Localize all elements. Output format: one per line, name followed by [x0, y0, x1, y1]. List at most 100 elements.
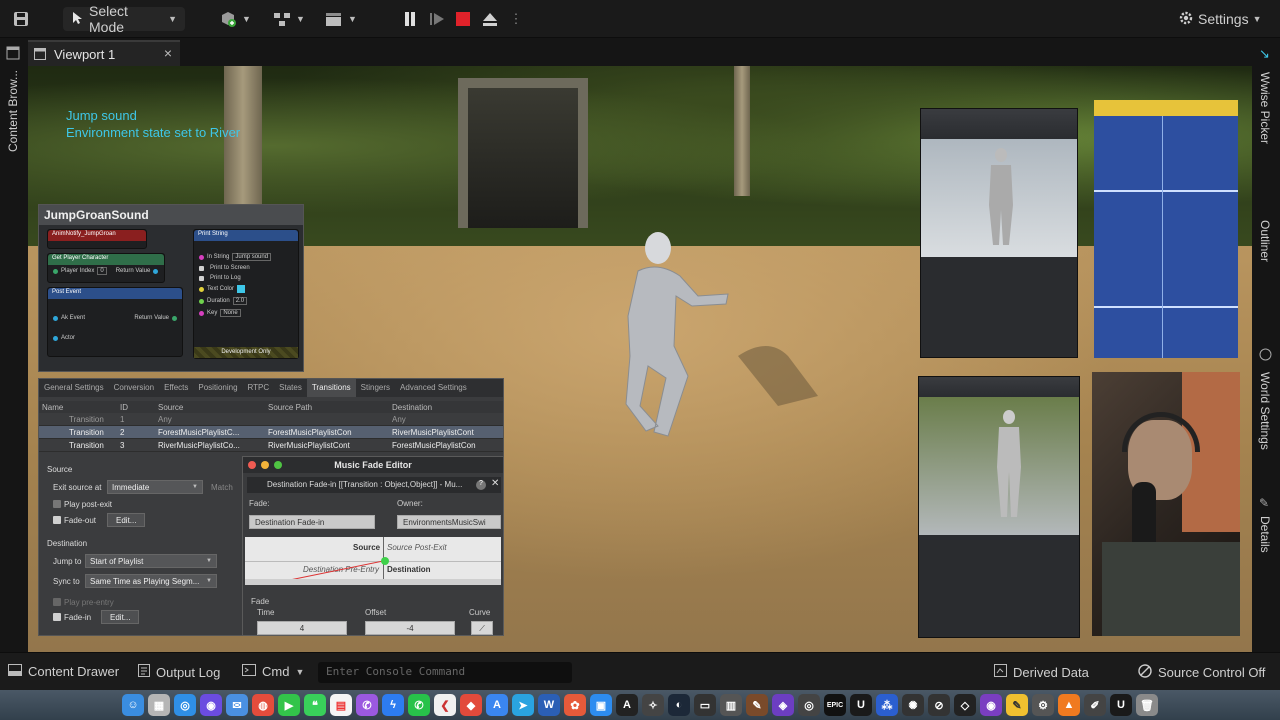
app-icon[interactable]: ⊘: [928, 694, 950, 716]
maximize-window-icon[interactable]: [274, 461, 282, 469]
viewport-tab[interactable]: Viewport 1 ×: [28, 40, 180, 66]
settings-app-icon[interactable]: ✺: [902, 694, 924, 716]
fade-in-checkbox[interactable]: Fade-in: [53, 613, 91, 622]
pause-button[interactable]: [399, 8, 421, 30]
facetime-icon[interactable]: ▶: [278, 694, 300, 716]
source-control-button[interactable]: Source Control Off: [1138, 664, 1265, 681]
table-row[interactable]: Transition 1 Any Any: [39, 413, 503, 426]
fade-in-edit-button[interactable]: Edit...: [101, 610, 140, 624]
time-field[interactable]: 4: [257, 621, 347, 635]
play-post-exit-checkbox[interactable]: Play post-exit: [53, 500, 112, 509]
messages-icon[interactable]: ❝: [304, 694, 326, 716]
eject-button[interactable]: [479, 8, 501, 30]
table-row[interactable]: Transition 3 RiverMusicPlaylistCo... Riv…: [39, 439, 503, 452]
photos-icon[interactable]: ✿: [564, 694, 586, 716]
safari-icon[interactable]: ◎: [174, 694, 196, 716]
owner-field[interactable]: EnvironmentsMusicSwi: [397, 515, 501, 529]
tab-states[interactable]: States: [274, 379, 307, 397]
world-settings-tab[interactable]: World Settings: [1258, 372, 1272, 450]
siri-icon[interactable]: ◉: [200, 694, 222, 716]
app-icon[interactable]: ✎: [1006, 694, 1028, 716]
jump-to-select[interactable]: Start of Playlist ▼: [85, 554, 217, 568]
steam-icon[interactable]: ◐: [668, 694, 690, 716]
offset-field[interactable]: -4: [365, 621, 455, 635]
viber-icon[interactable]: ✆: [356, 694, 378, 716]
font-icon[interactable]: A: [616, 694, 638, 716]
tab-conversion[interactable]: Conversion: [109, 379, 159, 397]
color-swatch[interactable]: [237, 285, 246, 293]
visual-studio-icon[interactable]: ◈: [772, 694, 794, 716]
tab-positioning[interactable]: Positioning: [193, 379, 242, 397]
derived-data-button[interactable]: Derived Data: [994, 664, 1089, 680]
console-input[interactable]: Enter Console Command: [318, 662, 572, 683]
help-icon[interactable]: ?: [476, 480, 486, 490]
codekit-icon[interactable]: ❮: [434, 694, 456, 716]
key-value[interactable]: None: [220, 309, 241, 317]
epic-games-icon[interactable]: EPIC: [824, 694, 846, 716]
mail-icon[interactable]: ✉: [226, 694, 248, 716]
unity-icon[interactable]: ◇: [954, 694, 976, 716]
outliner-tab[interactable]: Outliner: [1258, 220, 1272, 262]
brush-icon[interactable]: ✎: [746, 694, 768, 716]
launchpad-icon[interactable]: ▦: [148, 694, 170, 716]
finder-icon[interactable]: ☺: [122, 694, 144, 716]
unreal-engine-icon[interactable]: U: [1110, 694, 1132, 716]
tab-effects[interactable]: Effects: [159, 379, 193, 397]
print-string-node[interactable]: Print String In String Jump sound Print …: [193, 229, 299, 359]
piano-icon[interactable]: ▥: [720, 694, 742, 716]
tab-advanced-settings[interactable]: Advanced Settings: [395, 379, 472, 397]
tab-stingers[interactable]: Stingers: [356, 379, 395, 397]
tab-transitions[interactable]: Transitions: [306, 379, 356, 397]
tab-general-settings[interactable]: General Settings: [39, 379, 109, 397]
chrome-icon[interactable]: ◍: [252, 694, 274, 716]
close-icon[interactable]: ✕: [491, 478, 499, 489]
curve-selector[interactable]: ⟋: [471, 621, 493, 635]
close-icon[interactable]: ×: [164, 45, 172, 61]
close-window-icon[interactable]: [248, 461, 256, 469]
advance-frame-button[interactable]: [426, 8, 448, 30]
app-icon[interactable]: ✐: [1084, 694, 1106, 716]
save-icon[interactable]: [10, 8, 32, 30]
table-row[interactable]: Transition 2 ForestMusicPlaylistC... For…: [39, 426, 503, 439]
calendar-icon[interactable]: ▤: [330, 694, 352, 716]
add-actor-button[interactable]: ▼: [218, 7, 251, 31]
graph-scrollbar[interactable]: [245, 579, 501, 585]
sync-to-select[interactable]: Same Time as Playing Segm... ▼: [85, 574, 217, 588]
more-options-icon[interactable]: ⋮: [505, 8, 527, 30]
content-drawer-button[interactable]: Content Drawer: [8, 664, 119, 679]
get-player-node[interactable]: Get Player Character Player Index 0 Retu…: [47, 253, 165, 283]
settings-button[interactable]: Settings ▼: [1178, 7, 1262, 31]
cmd-dropdown[interactable]: Cmd ▼: [242, 664, 304, 679]
in-string-value[interactable]: Jump sound: [232, 253, 272, 261]
cinematics-button[interactable]: ▼: [324, 7, 357, 31]
anim-notify-node[interactable]: AnimNotify_JumpGroan: [47, 229, 147, 249]
post-event-node[interactable]: Post Event Ak Event Return Value Actor: [47, 287, 183, 357]
stop-button[interactable]: [452, 8, 474, 30]
content-browser-tab[interactable]: Content Brow...: [6, 70, 20, 152]
vlc-icon[interactable]: ▲: [1058, 694, 1080, 716]
unreal-engine-icon[interactable]: U: [850, 694, 872, 716]
exit-source-select[interactable]: Immediate ▼: [107, 480, 203, 494]
output-log-button[interactable]: Output Log: [138, 664, 220, 680]
app-icon[interactable]: ⁂: [876, 694, 898, 716]
whatsapp-icon[interactable]: ✆: [408, 694, 430, 716]
fade-name-field[interactable]: Destination Fade-in: [249, 515, 375, 529]
folder-icon[interactable]: ▭: [694, 694, 716, 716]
fade-out-edit-button[interactable]: Edit...: [107, 513, 146, 527]
telegram-icon[interactable]: ➤: [512, 694, 534, 716]
tab-rtpc[interactable]: RTPC: [243, 379, 275, 397]
details-tab[interactable]: Details: [1258, 516, 1272, 553]
app-store-icon[interactable]: A: [486, 694, 508, 716]
messenger-icon[interactable]: ϟ: [382, 694, 404, 716]
checkbox[interactable]: [199, 265, 204, 271]
trash-icon[interactable]: 🗑: [1136, 694, 1158, 716]
blueprint-button[interactable]: ▼: [272, 7, 305, 31]
checkbox[interactable]: [199, 275, 204, 281]
app-icon[interactable]: ◎: [798, 694, 820, 716]
select-mode-dropdown[interactable]: Select Mode ▼: [63, 3, 185, 35]
fade-out-checkbox[interactable]: Fade-out: [53, 516, 96, 525]
system-preferences-icon[interactable]: ⚙: [1032, 694, 1054, 716]
duration-value[interactable]: 2.0: [232, 297, 248, 305]
word-icon[interactable]: W: [538, 694, 560, 716]
fade-curve-graph[interactable]: Source Source Post-Exit Destination Pre-…: [245, 537, 501, 585]
